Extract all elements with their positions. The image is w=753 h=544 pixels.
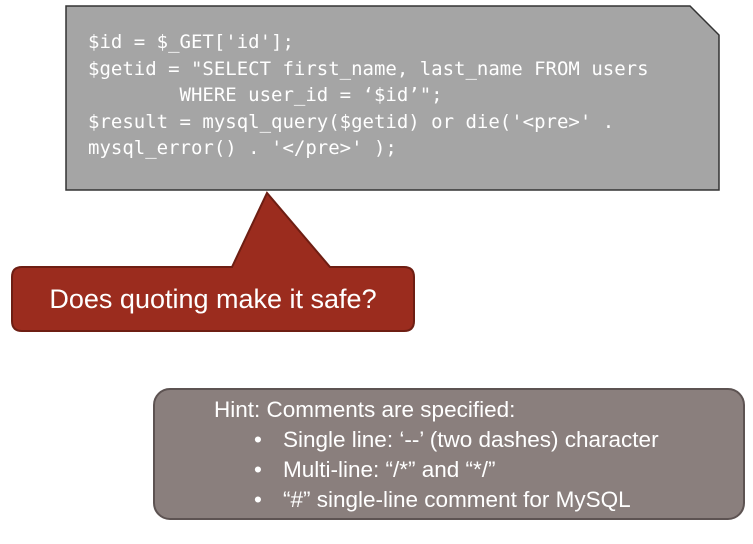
code-line: mysql_error() . '</pre>' ); xyxy=(88,137,397,159)
hint-item: • Single line: ‘--’ (two dashes) characte… xyxy=(254,425,659,455)
hint-item-text: Multi-line: “/*” and “*/” xyxy=(283,457,496,482)
hint-item-text: “#” single-line comment for MySQL xyxy=(283,487,631,512)
hint-item: • Multi-line: “/*” and “*/” xyxy=(254,455,659,485)
code-line: WHERE user_id = ‘$id’"; xyxy=(88,84,443,106)
bullet-icon: • xyxy=(254,457,262,482)
hint-list: • Single line: ‘--’ (two dashes) characte… xyxy=(214,425,659,515)
code-line: $getid = "SELECT first_name, last_name F… xyxy=(88,57,649,80)
bullet-icon: • xyxy=(254,427,262,452)
hint-content: Hint: Comments are specified: • Single li… xyxy=(214,395,659,515)
hint-item: • “#” single-line comment for MySQL xyxy=(254,485,659,515)
hint-title: Hint: Comments are specified: xyxy=(214,397,516,422)
code-line: $result = mysql_query($getid) or die('<p… xyxy=(88,110,615,133)
hint-item-text: Single line: ‘--’ (two dashes) character xyxy=(283,427,659,452)
code-line: $id = $_GET['id']; xyxy=(88,31,294,53)
code-snippet: $id = $_GET['id']; $getid = "SELECT first… xyxy=(88,29,649,162)
callout-text: Does quoting make it safe? xyxy=(49,283,377,314)
bullet-icon: • xyxy=(254,487,262,512)
